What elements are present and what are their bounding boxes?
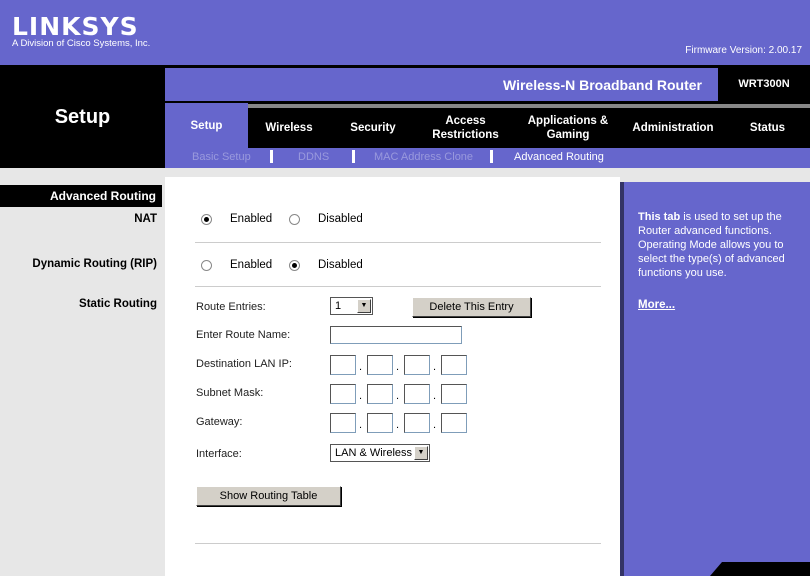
static-routing-label: Static Routing: [79, 298, 157, 310]
octet-separator: .: [433, 361, 437, 373]
route-entries-select[interactable]: 1 ▼: [330, 297, 373, 315]
subnet-mask-octet-1-input[interactable]: [330, 384, 356, 404]
subtab-separator: [352, 150, 355, 163]
octet-separator: .: [433, 390, 437, 402]
tab-setup[interactable]: Setup: [165, 103, 248, 148]
model-name: WRT300N: [738, 78, 790, 90]
tab-applications-gaming[interactable]: Applications & Gaming: [515, 105, 621, 150]
octet-separator: .: [396, 361, 400, 373]
sub-tabs: Basic Setup DDNS MAC Address Clone Advan…: [165, 148, 810, 168]
tab-divider: [248, 104, 810, 108]
rip-disabled-label: Disabled: [318, 259, 363, 271]
route-entries-label: Route Entries:: [196, 301, 266, 313]
nat-disabled-label: Disabled: [318, 213, 363, 225]
product-name: Wireless-N Broadband Router: [502, 77, 702, 93]
destination-ip-label: Destination LAN IP:: [196, 358, 292, 370]
destination-ip-octet-1-input[interactable]: [330, 355, 356, 375]
route-name-label: Enter Route Name:: [196, 329, 291, 341]
section-title: Setup: [54, 106, 111, 128]
cisco-logo: [710, 562, 810, 576]
divider: [195, 543, 601, 544]
top-banner: LINKSYS A Division of Cisco Systems, Inc…: [0, 0, 810, 65]
octet-separator: .: [396, 390, 400, 402]
nat-enabled-radio[interactable]: [201, 214, 212, 225]
linksys-logo: LINKSYS: [12, 12, 139, 41]
subnet-mask-label: Subnet Mask:: [196, 387, 264, 399]
destination-ip-octet-2-input[interactable]: [367, 355, 393, 375]
subtab-separator: [270, 150, 273, 163]
octet-separator: .: [359, 419, 363, 431]
subtab-separator: [490, 150, 493, 163]
octet-separator: .: [359, 390, 363, 402]
help-bold: This tab: [638, 211, 681, 223]
gateway-octet-4-input[interactable]: [441, 413, 467, 433]
more-link[interactable]: More...: [638, 299, 675, 311]
octet-separator: .: [359, 361, 363, 373]
interface-label: Interface:: [196, 448, 242, 460]
destination-ip-octet-4-input[interactable]: [441, 355, 467, 375]
subtab-ddns[interactable]: DDNS: [298, 151, 329, 163]
rip-label: Dynamic Routing (RIP): [32, 258, 157, 270]
subnet-mask-octet-3-input[interactable]: [404, 384, 430, 404]
logo-subtitle: A Division of Cisco Systems, Inc.: [12, 38, 151, 49]
destination-ip-octet-3-input[interactable]: [404, 355, 430, 375]
delete-entry-button[interactable]: Delete This Entry: [412, 297, 531, 317]
help-text: This tab is used to set up the Router ad…: [638, 210, 808, 280]
nat-enabled-label: Enabled: [230, 213, 273, 225]
nat-disabled-radio[interactable]: [289, 214, 300, 225]
octet-separator: .: [433, 419, 437, 431]
product-bar: Wireless-N Broadband Router: [165, 68, 718, 101]
octet-separator: .: [396, 419, 400, 431]
divider: [195, 286, 601, 287]
help-panel: This tab is used to set up the Router ad…: [620, 182, 810, 576]
subnet-mask-octet-2-input[interactable]: [367, 384, 393, 404]
subtab-advanced-routing[interactable]: Advanced Routing: [514, 151, 604, 163]
gateway-octet-2-input[interactable]: [367, 413, 393, 433]
tab-access-restrictions[interactable]: Access Restrictions: [416, 105, 515, 150]
gateway-octet-1-input[interactable]: [330, 413, 356, 433]
main-tabs: Setup Wireless Security Access Restricti…: [165, 103, 810, 148]
rip-enabled-radio[interactable]: [201, 260, 212, 271]
firmware-version: Firmware Version: 2.00.17: [685, 45, 802, 56]
interface-value: LAN & Wireless: [335, 447, 413, 459]
tab-wireless[interactable]: Wireless: [248, 105, 330, 150]
chevron-down-icon: ▼: [414, 446, 428, 460]
subnet-mask-octet-4-input[interactable]: [441, 384, 467, 404]
divider: [195, 242, 601, 243]
rip-disabled-radio[interactable]: [289, 260, 300, 271]
nat-label: NAT: [134, 213, 157, 225]
subtab-basic-setup[interactable]: Basic Setup: [192, 151, 251, 163]
main-content: [165, 177, 620, 576]
tab-administration[interactable]: Administration: [621, 105, 725, 150]
tab-status[interactable]: Status: [725, 105, 810, 150]
gateway-label: Gateway:: [196, 416, 243, 428]
tab-security[interactable]: Security: [330, 105, 416, 150]
rip-enabled-label: Enabled: [230, 259, 273, 271]
section-heading: Advanced Routing: [0, 185, 162, 207]
chevron-down-icon: ▼: [357, 299, 371, 313]
route-name-input[interactable]: [330, 326, 462, 344]
interface-select[interactable]: LAN & Wireless ▼: [330, 444, 430, 462]
subtab-mac-address-clone[interactable]: MAC Address Clone: [374, 151, 473, 163]
show-routing-table-button[interactable]: Show Routing Table: [196, 486, 341, 506]
route-entries-value: 1: [335, 300, 342, 312]
gateway-octet-3-input[interactable]: [404, 413, 430, 433]
